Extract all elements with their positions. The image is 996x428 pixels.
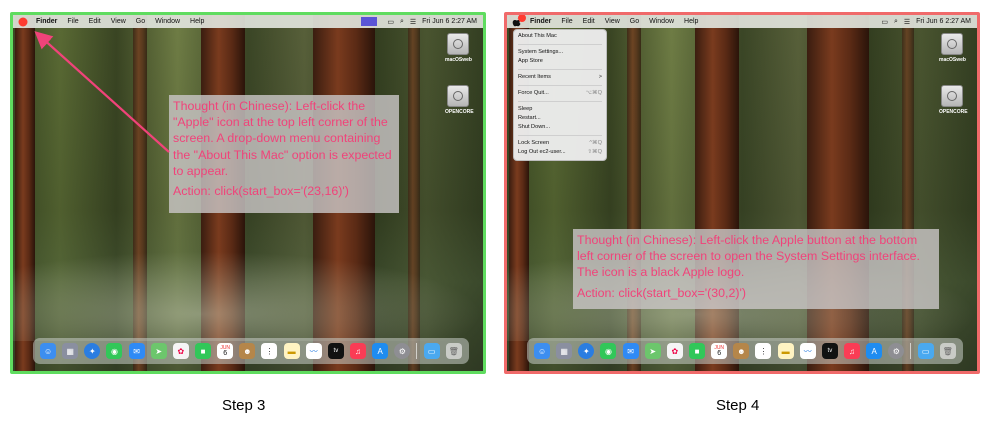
menu-divider [518,69,602,70]
menu-item-system-settings[interactable]: System Settings... [514,48,606,57]
desktop-disk-macosweb[interactable]: macOSweb [939,33,966,63]
menu-divider [518,85,602,86]
action-text: Action: click(start_box='(30,2)') [577,285,746,300]
facetime-icon[interactable]: ■ [689,343,706,359]
menubar-clock[interactable]: Fri Jun 6 2:27 AM [916,18,971,25]
hard-drive-icon [941,85,963,107]
menu-item-recent-items[interactable]: Recent Items > [514,73,606,82]
mail-icon[interactable]: ✉ [622,343,639,359]
menu-file[interactable]: File [561,18,572,25]
menu-item-label: Recent Items [518,74,551,80]
photos-icon[interactable]: ✿ [666,343,683,359]
menu-help[interactable]: Help [684,18,698,25]
menu-shortcut: ⌥⌘Q [585,90,602,96]
menu-item-shut-down[interactable]: Shut Down... [514,123,606,132]
freeform-icon[interactable]: 〰 [799,343,816,359]
click-arrow-icon [34,31,170,153]
appletv-icon[interactable]: tv [821,343,838,359]
menu-item-sleep[interactable]: Sleep [514,105,606,114]
launchpad-icon[interactable]: ▦ [556,343,573,359]
desktop-icon-label: macOSweb [939,57,966,63]
messages-icon[interactable]: ◉ [600,343,617,359]
menu-item-force-quit[interactable]: Force Quit... ⌥⌘Q [514,89,606,98]
dock: ☺ ▦ ✦ ◉ ✉ ➤ ✿ ■ JUN 6 ☻ ⋮ ▬ 〰 tv ♫ A ⚙ ▭ … [527,338,963,364]
spotlight-search-icon[interactable]: ⌕ [894,18,898,26]
menu-divider [518,135,602,136]
click-marker-icon [518,15,526,22]
menu-item-restart[interactable]: Restart... [514,114,606,123]
menu-view[interactable]: View [605,18,620,25]
menu-shortcut: ⇧⌘Q [587,149,602,155]
menu-go[interactable]: Go [630,18,639,25]
maps-icon[interactable]: ➤ [644,343,661,359]
screen-mirroring-icon[interactable]: ▭ [881,18,888,26]
menu-finder[interactable]: Finder [530,18,551,25]
step3-screenshot: Finder File Edit View Go Window Help ▭ ⌕… [10,12,486,374]
submenu-chevron-icon: > [598,74,602,80]
thought-annotation: Thought (in Chinese): Left-click the App… [573,229,939,309]
menu-edit[interactable]: Edit [583,18,595,25]
reminders-icon[interactable]: ⋮ [755,343,772,359]
menu-divider [518,44,602,45]
desktop-icon-label: OPENCORE [939,109,968,115]
apple-dropdown-menu: About This Mac System Settings... App St… [513,29,607,161]
menu-item-about-this-mac[interactable]: About This Mac [514,32,606,41]
calendar-day-label: 6 [717,350,722,357]
trash-icon[interactable]: 🗑 [939,343,956,359]
menu-shortcut: ^⌘Q [589,140,602,146]
notes-icon[interactable]: ▬ [777,343,794,359]
contacts-icon[interactable]: ☻ [733,343,750,359]
thought-text: Thought (in Chinese): Left-click the App… [577,233,920,280]
desktop-disk-opencore[interactable]: OPENCORE [939,85,968,115]
appstore-icon[interactable]: A [866,343,883,359]
menu-item-label: Log Out ec2-user... [518,149,566,155]
hard-drive-icon [941,33,963,55]
control-center-icon[interactable]: ☰ [904,18,910,26]
menu-divider [518,101,602,102]
systemsettings-icon[interactable]: ⚙ [888,343,905,359]
menu-item-log-out[interactable]: Log Out ec2-user... ⇧⌘Q [514,148,606,157]
menu-item-label: Lock Screen [518,140,550,146]
calendar-icon[interactable]: JUN 6 [711,343,728,359]
menu-item-app-store[interactable]: App Store [514,57,606,66]
music-icon[interactable]: ♫ [844,343,861,359]
dock-separator [910,343,912,359]
menu-item-lock-screen[interactable]: Lock Screen ^⌘Q [514,139,606,148]
step4-caption: Step 4 [716,397,760,414]
menu-item-label: Force Quit... [518,90,549,96]
menu-bar: Finder File Edit View Go Window Help ▭ ⌕… [507,15,977,28]
safari-icon[interactable]: ✦ [578,343,595,359]
downloads-icon[interactable]: ▭ [917,343,934,359]
finder-icon[interactable]: ☺ [534,343,551,359]
menu-window[interactable]: Window [649,18,674,25]
step3-caption: Step 3 [222,397,266,414]
step4-screenshot: Finder File Edit View Go Window Help ▭ ⌕… [504,12,980,374]
